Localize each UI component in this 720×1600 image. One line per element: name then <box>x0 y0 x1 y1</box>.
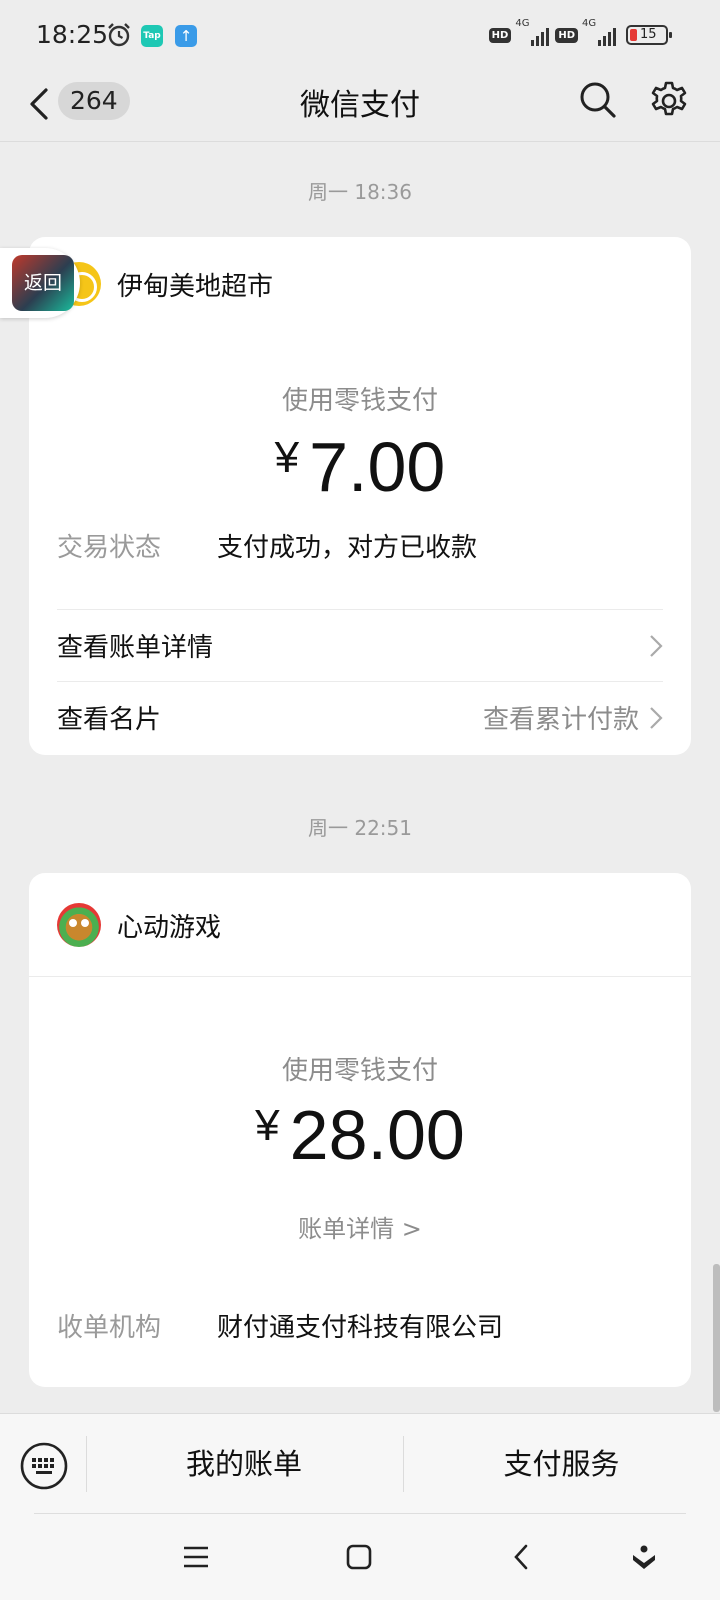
currency-symbol: ¥ <box>255 1101 280 1150</box>
chevron-right-icon <box>650 706 663 729</box>
row-label: 查看名片 <box>57 705 162 735</box>
hd-badge: HD <box>555 27 578 43</box>
battery-icon: 15 <box>626 25 672 45</box>
tap-app-icon: Tap <box>141 25 163 47</box>
status-value: 支付成功，对方已收款 <box>217 533 478 563</box>
message-timestamp: 周一 18:36 <box>308 180 412 204</box>
amount-value: 7.00 <box>309 428 446 506</box>
transaction-status-row: 交易状态 支付成功，对方已收款 <box>57 527 663 564</box>
nav-bar: 264 微信支付 <box>0 70 720 142</box>
signal-icon: 4G <box>515 18 550 46</box>
view-card-row[interactable]: 查看名片 查看累计付款 <box>57 681 663 753</box>
amount-value: 28.00 <box>289 1096 465 1174</box>
chevron-right-icon <box>650 634 663 657</box>
status-bar: 18:25 Tap ↑ HD 4G HD 4G 15 <box>0 0 720 70</box>
org-key: 收单机构 <box>57 1313 162 1343</box>
view-bill-details-row[interactable]: 查看账单详情 <box>57 609 663 681</box>
scrollbar[interactable] <box>713 1264 720 1412</box>
pay-method: 使用零钱支付 <box>281 1056 438 1086</box>
merchant-header[interactable]: 心动游戏 <box>57 903 221 947</box>
payment-services-button[interactable]: 支付服务 <box>403 1414 720 1514</box>
back-icon[interactable] <box>508 1543 536 1571</box>
merchant-logo <box>57 903 101 947</box>
keyboard-icon[interactable] <box>20 1442 68 1490</box>
status-time: 18:25 <box>36 20 109 49</box>
org-value: 财付通支付科技有限公司 <box>217 1313 504 1343</box>
floating-back-button[interactable]: 返回 <box>0 248 80 318</box>
hd-badge: HD <box>488 27 512 43</box>
pay-method: 使用零钱支付 <box>281 386 438 416</box>
merchant-name: 伊甸美地超市 <box>117 271 274 302</box>
view-cumulative-payments-link[interactable]: 查看累计付款 <box>483 699 639 736</box>
payment-card: 伊甸美地超市 使用零钱支付 ¥7.00 交易状态 支付成功，对方已收款 查看账单… <box>29 237 691 755</box>
floating-back-label: 返回 <box>12 255 74 311</box>
bill-details-link[interactable]: 账单详情 > <box>29 1209 691 1244</box>
payment-card: 心动游戏 使用零钱支付 ¥28.00 账单详情 > 收单机构 财付通支付科技有限… <box>29 873 691 1387</box>
my-bills-button[interactable]: 我的账单 <box>86 1414 402 1514</box>
alarm-icon <box>108 23 130 47</box>
system-navigation-bar <box>0 1513 720 1600</box>
status-indicators: HD 4G HD 4G 15 <box>488 18 672 50</box>
menu-icon[interactable] <box>182 1543 210 1571</box>
search-icon[interactable] <box>578 80 618 120</box>
currency-symbol: ¥ <box>274 433 300 482</box>
status-key: 交易状态 <box>57 533 162 563</box>
battery-level: 15 <box>640 27 657 42</box>
gear-icon[interactable] <box>648 80 690 122</box>
divider <box>29 976 691 977</box>
payment-amount: ¥7.00 <box>29 427 691 507</box>
merchant-header[interactable]: 伊甸美地超市 <box>57 262 273 306</box>
payment-amount: ¥28.00 <box>29 1095 691 1175</box>
assistant-icon[interactable] <box>630 1543 658 1571</box>
acquiring-org-row: 收单机构 财付通支付科技有限公司 <box>57 1307 663 1344</box>
signal-icon: 4G <box>582 18 616 46</box>
bottom-menu-bar: 我的账单 支付服务 <box>0 1413 720 1513</box>
home-icon[interactable] <box>345 1543 373 1571</box>
message-timestamp: 周一 22:51 <box>308 816 412 840</box>
upload-app-icon: ↑ <box>175 25 197 47</box>
merchant-name: 心动游戏 <box>117 912 222 943</box>
row-label: 查看账单详情 <box>57 633 214 663</box>
